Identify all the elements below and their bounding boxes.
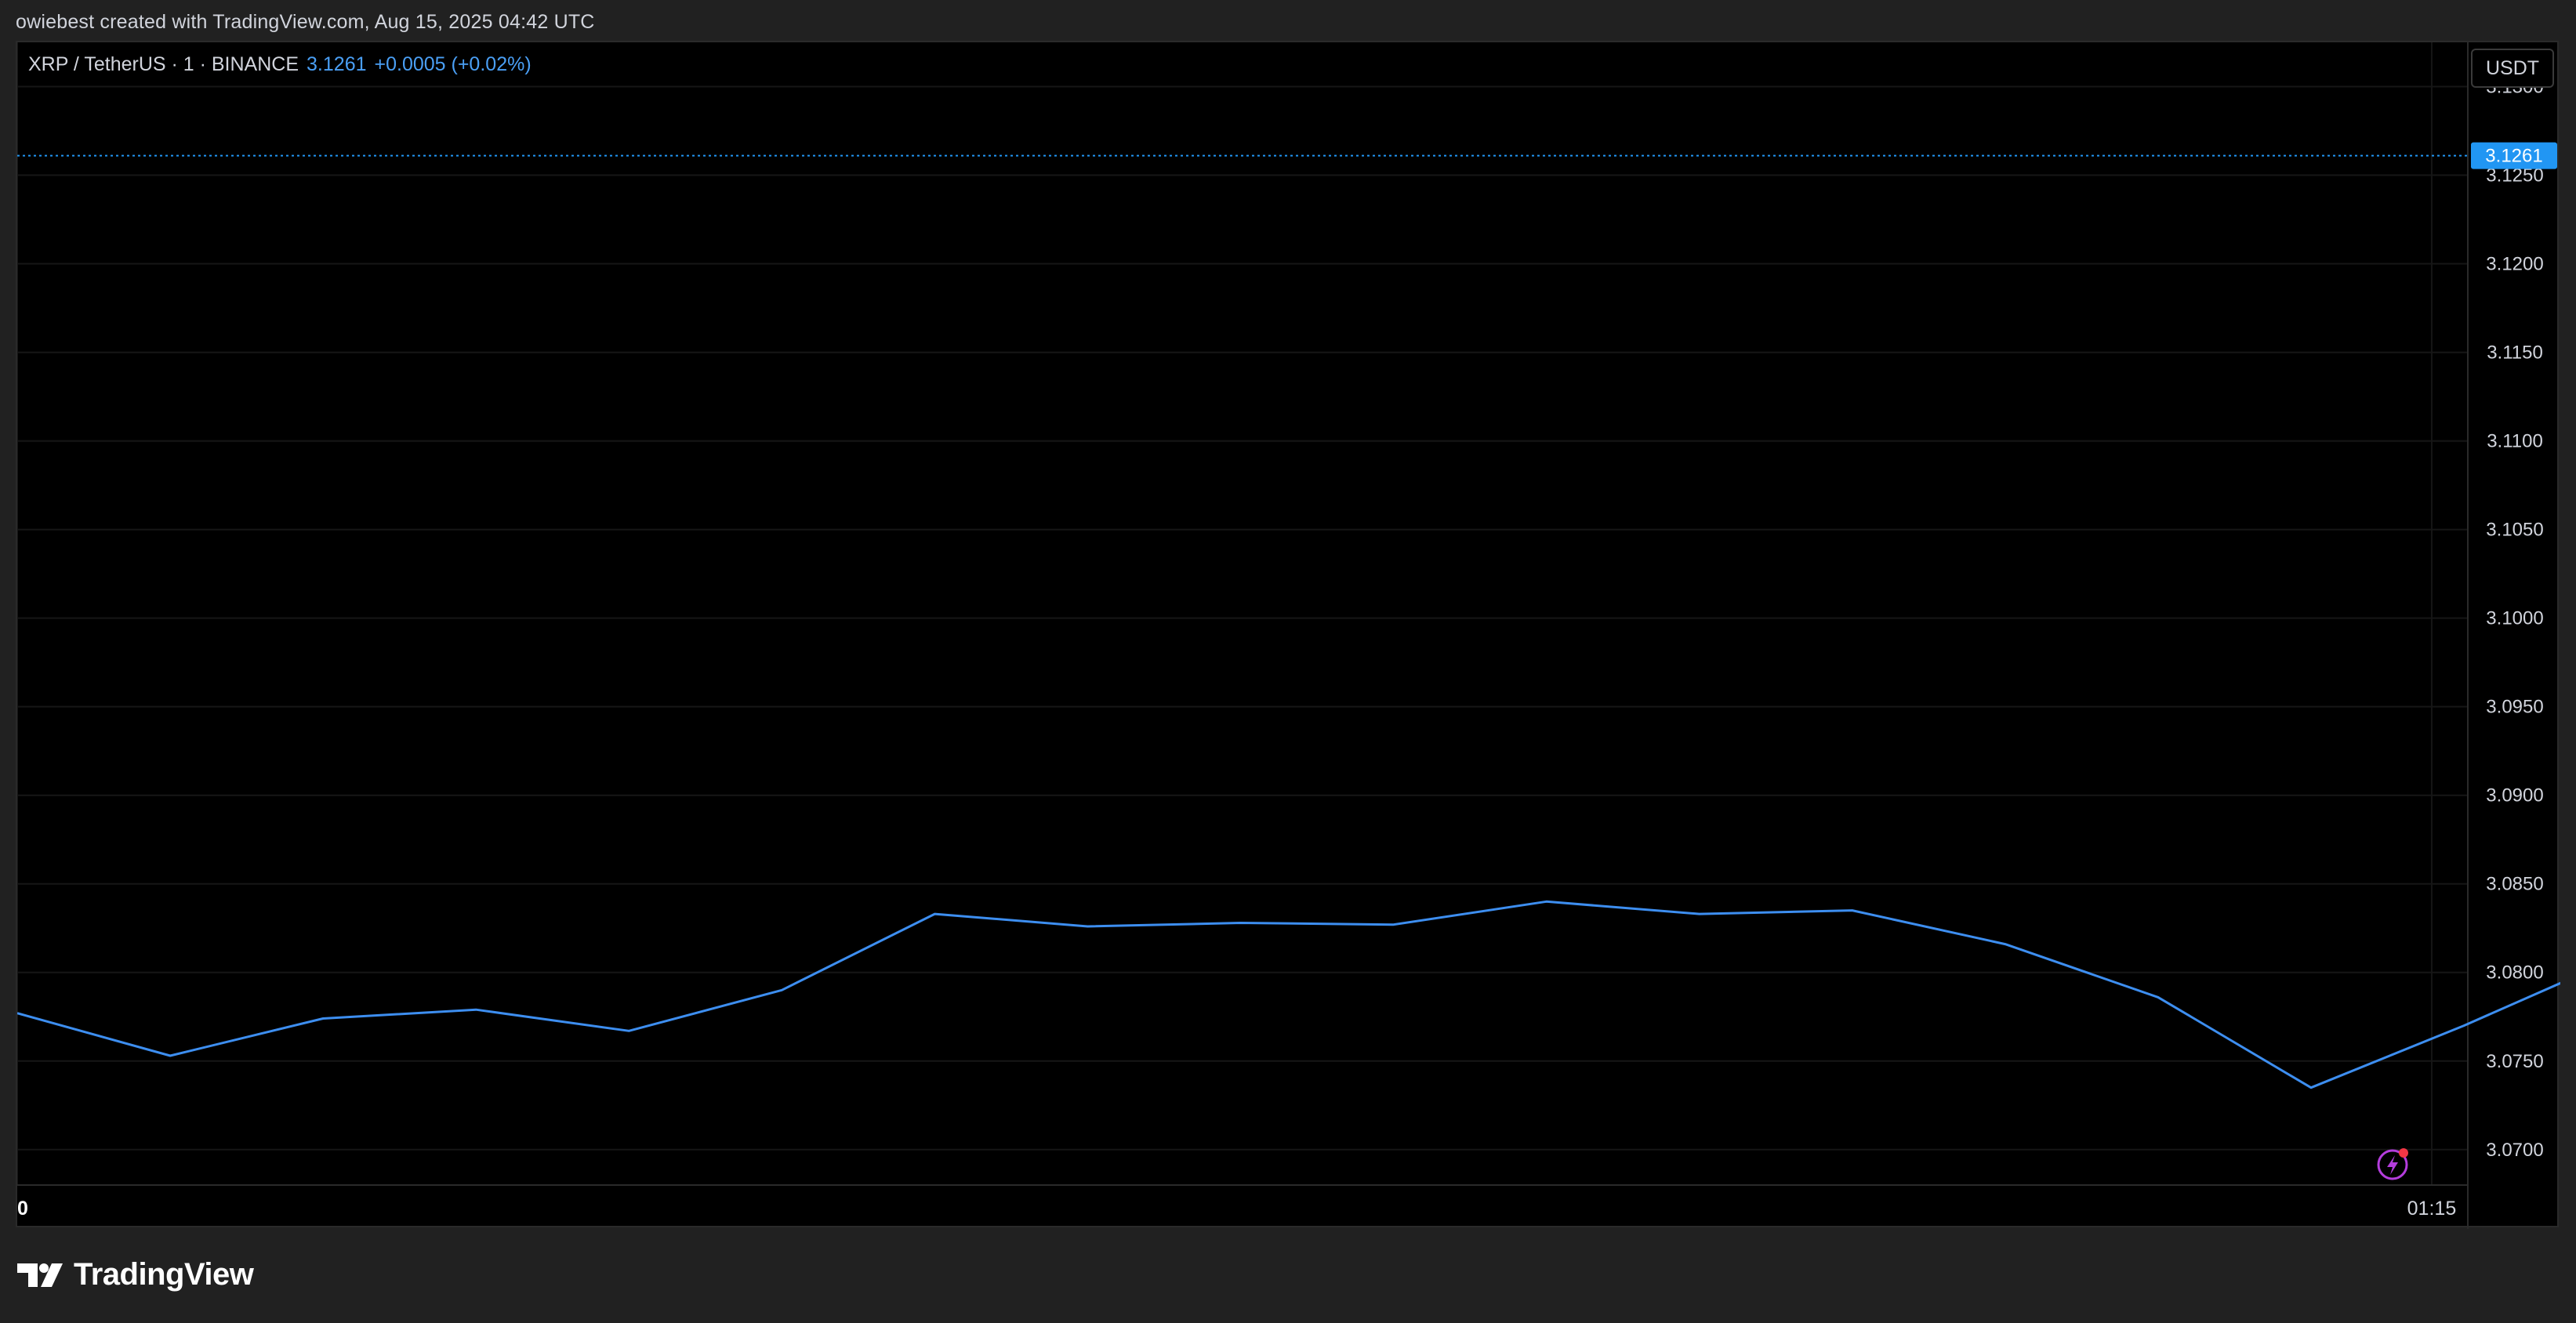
y-tick-label: 3.1200	[2486, 254, 2543, 275]
price-line-series	[17, 900, 2560, 1089]
y-tick-label: 3.1000	[2486, 608, 2543, 629]
y-tick-label: 3.0700	[2486, 1140, 2543, 1161]
y-tick-label: 3.1100	[2487, 431, 2543, 452]
chart-frame[interactable]: 0001:1501:3001:4502:0002:1502:3002:4503:…	[16, 41, 2560, 1229]
tradingview-logo[interactable]: TradingView	[17, 1257, 254, 1292]
y-tick-label: 3.0800	[2486, 962, 2543, 984]
y-tick-label: 3.0850	[2486, 874, 2543, 895]
currency-button[interactable]: USDT	[2471, 49, 2554, 88]
brand-name: TradingView	[74, 1257, 254, 1292]
notification-dot	[2399, 1148, 2408, 1158]
y-tick-label: 3.1050	[2486, 520, 2543, 541]
bolt-icon[interactable]	[2375, 1146, 2411, 1182]
tradingview-logo-icon	[17, 1263, 63, 1287]
time-axis: 0001:1501:3001:4502:0002:1502:3002:4503:…	[17, 42, 2469, 1229]
x-tick-label: 00	[17, 1198, 28, 1220]
last-price-badge: 3.1261	[2471, 142, 2557, 169]
price-chart[interactable]: 0001:1501:3001:4502:0002:1502:3002:4503:…	[17, 42, 2560, 1229]
y-tick-label: 3.0900	[2486, 785, 2543, 806]
x-tick-label: 01:15	[2407, 1198, 2457, 1220]
legend-last-price: 3.1261	[307, 53, 367, 75]
y-tick-label: 3.1150	[2487, 343, 2543, 364]
last-price-label: 3.1261	[2485, 146, 2542, 167]
symbol-legend[interactable]: XRP / TetherUS · 1 · BINANCE 3.1261 +0.000…	[28, 53, 532, 76]
symbol-title: XRP / TetherUS · 1 · BINANCE	[28, 53, 299, 75]
legend-change: +0.0005 (+0.02%)	[374, 53, 532, 75]
y-tick-label: 3.0950	[2486, 697, 2543, 718]
price-axis: 3.13003.12503.12003.11503.11003.10503.10…	[2486, 77, 2543, 1161]
chart-credit: owiebest created with TradingView.com, A…	[16, 11, 595, 33]
y-tick-label: 3.0750	[2486, 1051, 2543, 1072]
